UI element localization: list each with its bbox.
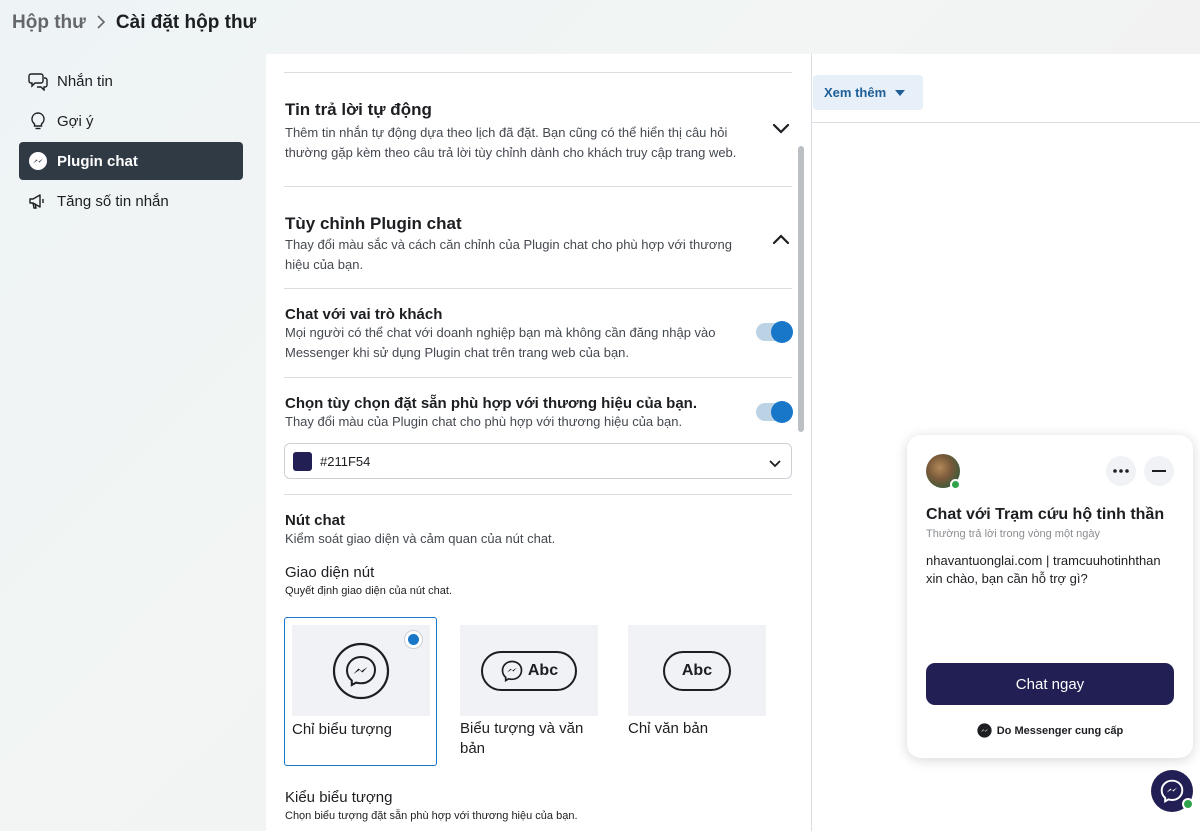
sidebar-item-suggestions[interactable]: Gợi ý	[19, 102, 243, 140]
footer-label: Do Messenger cung cấp	[996, 724, 1124, 737]
preset-description: Thay đổi màu của Plugin chat cho phù hợp…	[285, 414, 683, 429]
customize-description: Thay đổi màu sắc và cách căn chỉnh của P…	[285, 237, 732, 272]
chat-bubbles-icon	[27, 70, 49, 92]
divider	[284, 494, 792, 495]
lightbulb-icon	[27, 110, 49, 132]
divider	[811, 122, 1200, 123]
sidebar-item-plugin-chat[interactable]: Plugin chat	[19, 142, 243, 180]
sidebar-item-label: Plugin chat	[57, 152, 138, 170]
ellipsis-icon	[1113, 469, 1129, 473]
widget-message-line: xin chào, bạn cần hỗ trợ gì?	[926, 571, 1088, 586]
preset-title: Chọn tùy chọn đặt sẵn phù hợp với thương…	[285, 395, 698, 412]
widget-subtitle: Thường trả lời trong vòng một ngày	[926, 528, 1101, 540]
icon-style-title: Kiểu biểu tượng	[285, 789, 393, 806]
button-appearance-description: Quyết định giao diện của nút chat.	[285, 585, 452, 597]
color-preset-select[interactable]: #211F54	[284, 443, 792, 479]
color-value: #211F54	[320, 453, 371, 469]
auto-reply-description: Thêm tin nhắn tự động dựa theo lịch đã đ…	[285, 125, 737, 160]
auto-reply-title: Tin trả lời tự động	[285, 100, 432, 119]
divider	[284, 288, 792, 289]
chevron-down-icon	[769, 456, 781, 474]
preset-toggle[interactable]	[756, 401, 793, 423]
option-label: Chỉ biểu tượng	[292, 721, 392, 738]
minimize-button[interactable]	[1144, 456, 1174, 486]
sidebar-item-messaging[interactable]: Nhắn tin	[19, 62, 243, 100]
sidebar-item-label: Tăng số tin nhắn	[57, 192, 169, 210]
messenger-icon	[977, 723, 992, 738]
pill-text: Abc	[527, 661, 559, 679]
option-radio[interactable]	[404, 630, 423, 649]
see-more-button[interactable]: Xem thêm	[813, 75, 923, 110]
option-icon-only[interactable]: Chỉ biểu tượng	[284, 617, 437, 766]
chat-widget-preview: Chat với Trạm cứu hộ tinh thần Thường tr…	[907, 435, 1193, 758]
sidebar-nav: Nhắn tin Gợi ý Plugin chat Tăng số tin n…	[19, 62, 243, 222]
sidebar-item-grow-messages[interactable]: Tăng số tin nhắn	[19, 182, 243, 220]
widget-title: Chat với Trạm cứu hộ tinh thần	[926, 506, 1165, 523]
settings-panel: Tin trả lời tự động Thêm tin nhắn tự độn…	[266, 54, 811, 831]
more-options-button[interactable]	[1106, 456, 1136, 486]
chevron-up-icon[interactable]	[771, 230, 791, 250]
option-label: Biểu tượng và văn bản	[460, 720, 584, 757]
chevron-right-icon	[96, 13, 106, 34]
chat-button-title: Nút chat	[285, 512, 345, 529]
option-text-only[interactable]: Abc Chỉ văn bản	[627, 617, 780, 766]
pill-text: Abc	[681, 661, 713, 679]
option-icon-and-text[interactable]: Abc Biểu tượng và văn bản	[459, 617, 612, 766]
chat-now-button[interactable]: Chat ngay	[926, 663, 1174, 705]
messenger-icon	[27, 150, 49, 172]
page-title: Cài đặt hộp thư	[115, 12, 257, 33]
divider	[284, 72, 792, 73]
minimize-icon	[1152, 470, 1166, 472]
guest-chat-description: Mọi người có thể chat với doanh nghiệp b…	[285, 325, 716, 360]
megaphone-icon	[27, 190, 49, 212]
messenger-outline-icon	[501, 660, 523, 682]
sidebar-item-label: Nhắn tin	[57, 72, 113, 90]
option-preview: Abc	[628, 625, 766, 716]
breadcrumb: Hộp thư Cài đặt hộp thư	[12, 10, 256, 36]
messenger-icon	[1160, 779, 1184, 803]
widget-message-line: nhavantuonglai.com | tramcuuhotinhthan	[926, 553, 1161, 568]
guest-chat-title: Chat với vai trò khách	[285, 306, 443, 323]
guest-chat-toggle[interactable]	[756, 321, 793, 343]
caret-down-icon	[895, 89, 906, 96]
widget-footer: Do Messenger cung cấp	[907, 723, 1193, 738]
online-status-dot	[1182, 798, 1194, 810]
breadcrumb-root-link[interactable]: Hộp thư	[12, 12, 86, 34]
divider	[284, 186, 792, 187]
customize-title: Tùy chỉnh Plugin chat	[285, 214, 462, 233]
option-label: Chỉ văn bản	[628, 720, 709, 737]
divider	[284, 377, 792, 378]
option-preview: Abc	[460, 625, 598, 716]
button-appearance-title: Giao diện nút	[285, 564, 375, 581]
chevron-down-icon[interactable]	[771, 118, 791, 138]
sidebar-item-label: Gợi ý	[57, 112, 94, 130]
online-status-dot	[950, 479, 961, 490]
color-swatch	[293, 451, 312, 471]
chat-button-description: Kiểm soát giao diện và cảm quan của nút …	[285, 531, 556, 546]
see-more-label: Xem thêm	[824, 85, 887, 100]
scrollbar[interactable]	[798, 146, 804, 432]
messenger-outline-icon	[332, 642, 390, 699]
icon-style-description: Chọn biểu tượng đặt sẵn phù hợp với thươ…	[285, 810, 578, 822]
